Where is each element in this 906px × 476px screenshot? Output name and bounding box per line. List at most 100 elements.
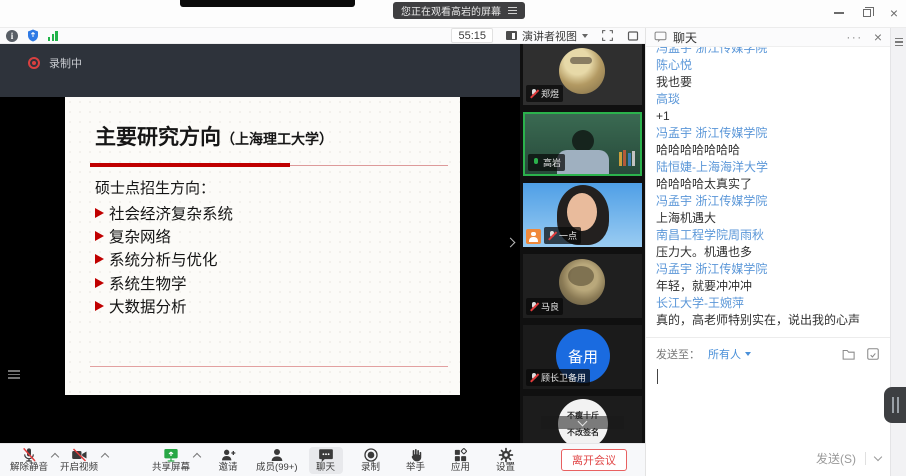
close-button[interactable]: × bbox=[890, 6, 898, 20]
members-icon bbox=[269, 447, 285, 463]
share-options-chevron-icon[interactable] bbox=[193, 453, 201, 461]
hand-raised-icon bbox=[526, 229, 541, 244]
minimize-button[interactable] bbox=[834, 12, 844, 14]
participant-name: 高岩 bbox=[543, 156, 561, 169]
meeting-timer: 55:15 bbox=[451, 28, 493, 43]
invite-button[interactable]: 邀请 bbox=[211, 447, 245, 473]
participant-tile[interactable]: 马良 bbox=[523, 254, 642, 318]
settings-gear-icon bbox=[498, 447, 514, 463]
bullet-text: 系统生物学 bbox=[109, 272, 187, 294]
toolbar-label: 成员(99+) bbox=[256, 463, 297, 473]
toolbar-label: 录制 bbox=[361, 463, 380, 473]
participant-tile[interactable]: 备用 顾长卫备用 bbox=[523, 325, 642, 389]
drawer-handle[interactable] bbox=[884, 387, 906, 423]
recording-label: 录制中 bbox=[49, 55, 82, 71]
banner-menu-icon[interactable] bbox=[508, 7, 517, 14]
send-row: 发送(S) bbox=[816, 450, 881, 467]
send-to-selector[interactable]: 所有人 bbox=[708, 346, 751, 362]
chat-close-icon[interactable]: × bbox=[874, 30, 882, 44]
file-folder-icon[interactable] bbox=[842, 348, 857, 361]
bullet-arrow-icon bbox=[95, 301, 104, 311]
video-control-group: 开启视频 bbox=[58, 447, 108, 473]
shared-screen-stage: 主要研究方向（上海理工大学） 硕士点招生方向： 社会经济复杂系统 复杂网络 系统… bbox=[0, 97, 520, 443]
raise-hand-icon bbox=[408, 447, 423, 463]
bullet-text: 社会经济复杂系统 bbox=[109, 202, 233, 224]
start-video-button[interactable]: 开启视频 bbox=[60, 447, 98, 473]
bullet-arrow-icon bbox=[95, 231, 104, 241]
slide-bullet-list: 社会经济复杂系统 复杂网络 系统分析与优化 系统生物学 大数据分析 bbox=[95, 201, 233, 317]
recording-indicator: 录制中 bbox=[28, 55, 82, 71]
send-options-chevron-icon[interactable] bbox=[874, 453, 882, 461]
screen-watch-banner: 您正在观看高岩的屏幕 bbox=[393, 2, 525, 19]
record-button[interactable]: 录制 bbox=[354, 447, 388, 473]
signal-bars-icon[interactable] bbox=[48, 31, 58, 41]
meeting-toolbar: 解除静音 开启视频 共享屏幕 bbox=[0, 443, 645, 476]
slide-footer-rule bbox=[90, 366, 448, 367]
bullet-arrow-icon bbox=[95, 254, 104, 264]
layout-icon[interactable] bbox=[627, 30, 639, 42]
shield-icon[interactable] bbox=[27, 29, 39, 42]
leave-meeting-button[interactable]: 离开会议 bbox=[561, 449, 627, 471]
participant-tile[interactable]: 不瘦十斤 不改签名 bbox=[523, 396, 642, 443]
chat-sender: 高琰 bbox=[656, 91, 880, 108]
screenshot-icon[interactable] bbox=[866, 347, 880, 361]
meeting-statusbar: i 55:15 演讲者视图 bbox=[0, 28, 645, 44]
mic-muted-icon bbox=[21, 447, 37, 463]
mic-muted-icon bbox=[530, 373, 538, 383]
restore-button[interactable] bbox=[863, 9, 871, 17]
chat-header: 聊天 ··· × bbox=[646, 28, 890, 47]
chat-button[interactable]: 聊天 bbox=[309, 447, 343, 474]
chat-sender: 冯孟宇 浙江传媒学院 bbox=[656, 125, 880, 142]
participant-name: 马良 bbox=[541, 300, 559, 313]
dock-menu-icon[interactable] bbox=[895, 36, 903, 48]
collapse-panel-chevron-icon[interactable] bbox=[506, 238, 516, 248]
recording-bar: 录制中 bbox=[0, 44, 520, 97]
video-options-chevron-icon[interactable] bbox=[101, 453, 109, 461]
chat-sender: 冯孟宇 浙江传媒学院 bbox=[656, 193, 880, 210]
unmute-button[interactable]: 解除静音 bbox=[10, 447, 48, 473]
chat-message: 我也要 bbox=[656, 74, 880, 91]
participant-name-label: 顾长卫备用 bbox=[526, 369, 590, 386]
slide-bullet: 复杂网络 bbox=[95, 224, 233, 247]
settings-button[interactable]: 设置 bbox=[489, 447, 523, 473]
mic-muted-icon bbox=[530, 302, 538, 312]
participant-tile[interactable]: 一点 bbox=[523, 183, 642, 247]
raise-hand-button[interactable]: 举手 bbox=[399, 447, 433, 473]
statusbar-right: 55:15 演讲者视图 bbox=[451, 28, 639, 44]
send-to-label: 发送至： bbox=[656, 346, 700, 362]
more-options-icon[interactable]: ··· bbox=[846, 31, 863, 43]
chat-sender: 冯孟宇 浙江传媒学院 bbox=[656, 47, 880, 57]
slide-title-underline bbox=[90, 163, 290, 167]
chat-input-area[interactable]: 发送至： 所有人 bbox=[646, 337, 890, 476]
share-control-group: 共享屏幕 bbox=[150, 447, 200, 473]
participant-tile[interactable]: 郑煜 bbox=[523, 44, 642, 105]
participant-name-label: 一点 bbox=[544, 227, 581, 244]
chat-message-list[interactable]: 冯孟宇 浙江传媒学院 陈心悦 我也要 高琰 +1 冯孟宇 浙江传媒学院 哈哈哈哈… bbox=[646, 47, 890, 337]
share-screen-button[interactable]: 共享屏幕 bbox=[152, 447, 190, 473]
send-button[interactable]: 发送(S) bbox=[816, 450, 856, 467]
bookshelf-decor bbox=[619, 150, 636, 166]
members-button[interactable]: 成员(99+) bbox=[256, 447, 297, 473]
chat-input-tools bbox=[842, 347, 880, 361]
person-silhouette bbox=[567, 193, 597, 231]
participant-tile-speaking[interactable]: 高岩 bbox=[523, 112, 642, 176]
participant-strip[interactable]: 郑煜 高岩 一点 bbox=[520, 44, 645, 443]
bullet-text: 大数据分析 bbox=[109, 295, 187, 317]
slideshow-menu-icon[interactable] bbox=[8, 368, 24, 382]
toolbar-label: 共享屏幕 bbox=[152, 463, 190, 473]
chat-message: 压力大。机遇也多 bbox=[656, 244, 880, 261]
scroll-more-overlay[interactable] bbox=[541, 416, 624, 429]
participant-name: 郑煜 bbox=[541, 87, 559, 100]
participant-name: 一点 bbox=[559, 229, 577, 242]
participant-name-label: 郑煜 bbox=[526, 85, 563, 102]
slide-title-main: 主要研究方向 bbox=[95, 125, 221, 149]
text-caret bbox=[657, 369, 658, 384]
apps-button[interactable]: 应用 bbox=[444, 448, 478, 473]
info-icon[interactable]: i bbox=[6, 30, 18, 42]
view-mode-label: 演讲者视图 bbox=[522, 28, 577, 44]
view-mode-button[interactable]: 演讲者视图 bbox=[506, 28, 588, 44]
chat-sender: 南昌工程学院周雨秋 bbox=[656, 227, 880, 244]
chat-sender: 长江大学-王婉萍 bbox=[656, 295, 880, 312]
fullscreen-icon[interactable] bbox=[601, 29, 614, 42]
chat-message: 哈哈哈哈哈哈哈 bbox=[656, 142, 880, 159]
